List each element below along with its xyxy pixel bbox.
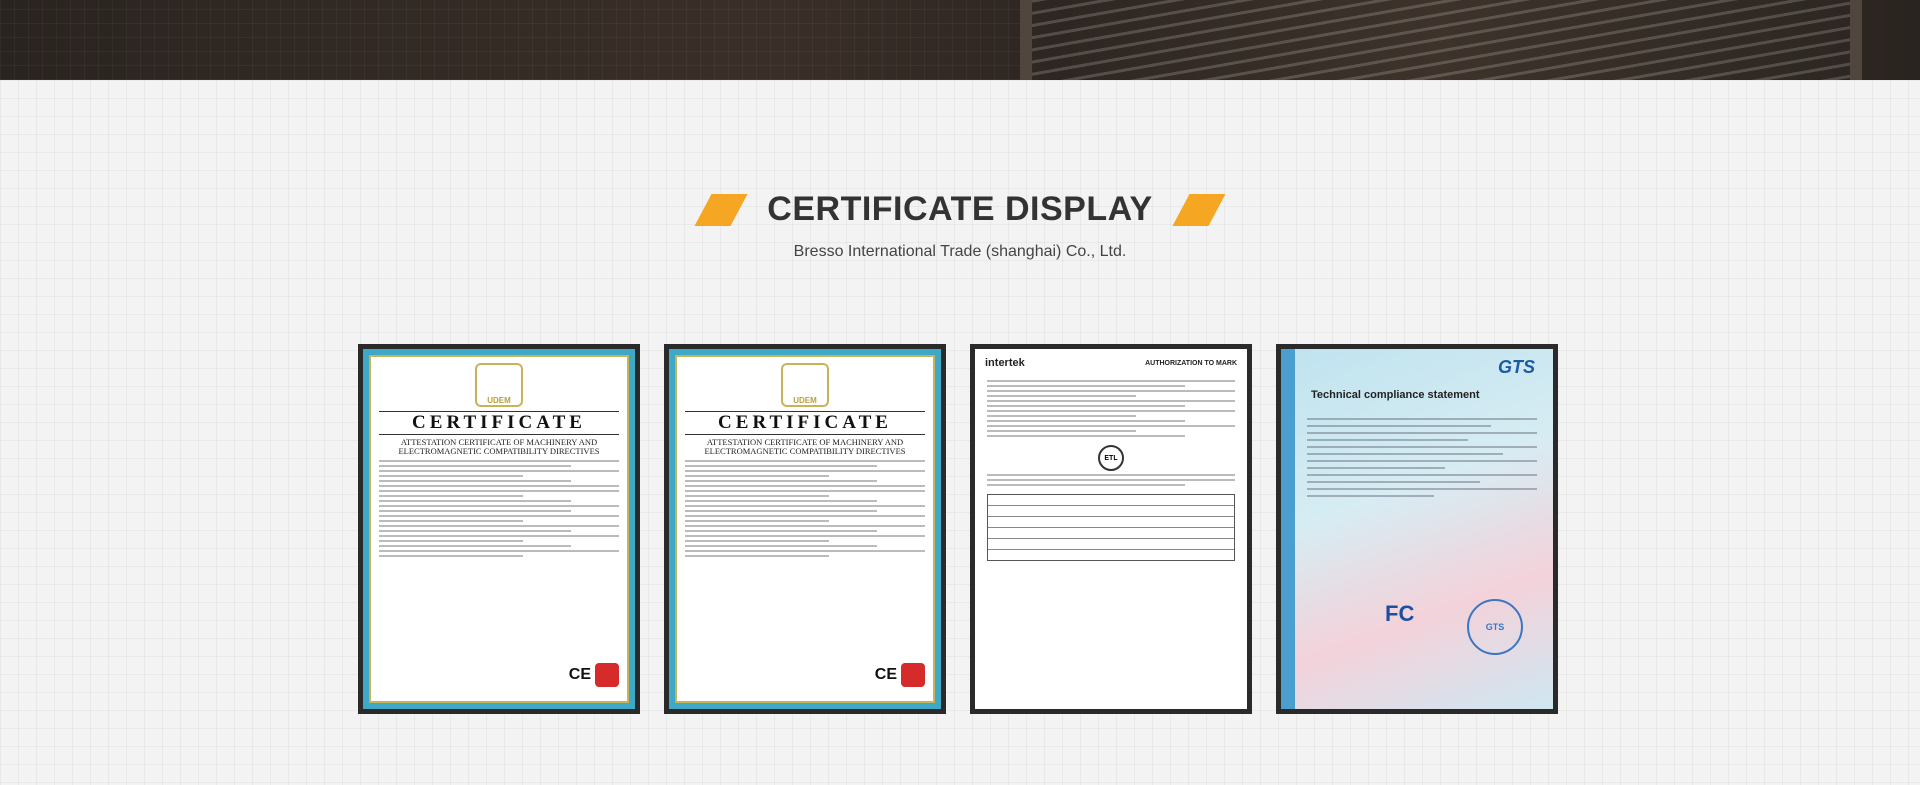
hero-banner: [0, 0, 1920, 80]
certificate-gallery: UDEM CERTIFICATE ATTESTATION CERTIFICATE…: [358, 344, 1558, 714]
certificate-image: UDEM CERTIFICATE ATTESTATION CERTIFICATE…: [363, 349, 635, 709]
certificate-body-text: [975, 474, 1247, 486]
certificate-heading: CERTIFICATE: [379, 411, 619, 435]
certificate-card-udem-2[interactable]: UDEM CERTIFICATE ATTESTATION CERTIFICATE…: [664, 344, 946, 714]
gts-seal-icon: GTS: [1467, 599, 1523, 655]
certificate-subheading: ATTESTATION CERTIFICATE OF MACHINERY AND…: [704, 437, 906, 456]
fcc-logo: FC: [1385, 601, 1415, 626]
section-title: CERTIFICATE DISPLAY: [767, 190, 1153, 228]
certificate-marks: CE: [875, 663, 925, 687]
udem-logo: UDEM: [781, 363, 829, 407]
gts-logo: GTS: [1497, 357, 1535, 377]
title-decoration-right: [1172, 193, 1226, 226]
certificate-body-text: [1307, 413, 1537, 502]
certificate-image: UDEM CERTIFICATE ATTESTATION CERTIFICATE…: [669, 349, 941, 709]
intertek-logo: intertek: [985, 357, 1025, 369]
certificate-table: [987, 494, 1235, 561]
hero-rack-image: [1030, 0, 1850, 80]
hero-floor-image: [0, 0, 1020, 80]
certificate-body-text: [685, 460, 925, 557]
certificate-image: intertek AUTHORIZATION TO MARK ETL: [975, 349, 1247, 709]
certificate-side-strip: [1281, 349, 1295, 709]
udem-stamp-icon: [595, 663, 619, 687]
section-title-row: CERTIFICATE DISPLAY: [0, 190, 1920, 229]
title-decoration-left: [694, 193, 748, 226]
certificate-body-text: [975, 380, 1247, 437]
section-subtitle: Bresso International Trade (shanghai) Co…: [793, 243, 1127, 260]
certificate-body-text: [379, 460, 619, 557]
certificate-image: GTS Technical compliance statement FC GT…: [1281, 349, 1553, 709]
udem-logo: UDEM: [475, 363, 523, 407]
certificate-section: CERTIFICATE DISPLAY Bresso International…: [0, 80, 1920, 785]
certificate-card-udem-1[interactable]: UDEM CERTIFICATE ATTESTATION CERTIFICATE…: [358, 344, 640, 714]
ce-mark: CE: [874, 666, 897, 683]
hero-rack-post: [1020, 0, 1032, 80]
certificate-card-intertek[interactable]: intertek AUTHORIZATION TO MARK ETL: [970, 344, 1252, 714]
certificate-subheading: ATTESTATION CERTIFICATE OF MACHINERY AND…: [398, 437, 600, 456]
etl-mark-icon: ETL: [1098, 445, 1124, 471]
certificate-heading: AUTHORIZATION TO MARK: [1145, 359, 1237, 367]
udem-stamp-icon: [901, 663, 925, 687]
certificate-marks: CE: [569, 663, 619, 687]
certificate-heading: CERTIFICATE: [685, 411, 925, 435]
certificate-heading: Technical compliance statement: [1311, 389, 1480, 401]
ce-mark: CE: [568, 666, 591, 683]
certificate-card-gts[interactable]: GTS Technical compliance statement FC GT…: [1276, 344, 1558, 714]
hero-rack-post: [1850, 0, 1862, 80]
